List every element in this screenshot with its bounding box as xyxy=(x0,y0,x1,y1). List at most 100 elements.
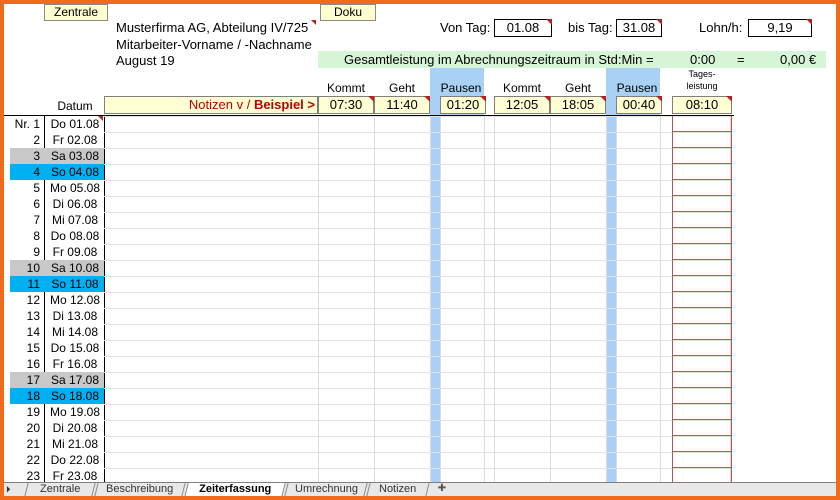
pausen-1-cell[interactable] xyxy=(440,388,484,404)
notes-cell[interactable] xyxy=(104,308,318,324)
hourly-rate-field[interactable]: 9,19 xyxy=(748,19,812,37)
kommt-1-cell[interactable] xyxy=(318,452,374,468)
geht-1-cell[interactable] xyxy=(374,260,430,276)
notes-cell[interactable] xyxy=(104,388,318,404)
pausen-1-cell[interactable] xyxy=(440,244,484,260)
pausen-1-cell[interactable] xyxy=(440,276,484,292)
tagesleistung-cell[interactable] xyxy=(672,404,732,420)
tagesleistung-cell[interactable] xyxy=(672,212,732,228)
notes-cell[interactable] xyxy=(104,180,318,196)
pausen-2-cell[interactable] xyxy=(616,180,660,196)
notes-cell[interactable] xyxy=(104,260,318,276)
pausen-1-cell[interactable] xyxy=(440,164,484,180)
pausen-2-cell[interactable] xyxy=(616,212,660,228)
notes-cell[interactable] xyxy=(104,452,318,468)
notes-cell[interactable] xyxy=(104,340,318,356)
kommt-1-cell[interactable] xyxy=(318,228,374,244)
geht-1-cell[interactable] xyxy=(374,340,430,356)
tagesleistung-cell[interactable] xyxy=(672,260,732,276)
geht-2-cell[interactable] xyxy=(550,452,606,468)
kommt-1-cell[interactable] xyxy=(318,308,374,324)
tagesleistung-cell[interactable] xyxy=(672,116,732,132)
kommt-1-cell[interactable] xyxy=(318,276,374,292)
tagesleistung-cell[interactable] xyxy=(672,388,732,404)
pausen-1-cell[interactable] xyxy=(440,212,484,228)
geht-2-cell[interactable] xyxy=(550,244,606,260)
notes-cell[interactable] xyxy=(104,420,318,436)
kommt-1-cell[interactable] xyxy=(318,116,374,132)
kommt-2-cell[interactable] xyxy=(494,196,550,212)
pausen-1-cell[interactable] xyxy=(440,340,484,356)
geht-2-cell[interactable] xyxy=(550,420,606,436)
notes-cell[interactable] xyxy=(104,228,318,244)
kommt-2-cell[interactable] xyxy=(494,324,550,340)
geht-1-cell[interactable] xyxy=(374,404,430,420)
kommt-2-cell[interactable] xyxy=(494,244,550,260)
tagesleistung-cell[interactable] xyxy=(672,372,732,388)
geht-1-cell[interactable] xyxy=(374,180,430,196)
geht-2-cell[interactable] xyxy=(550,196,606,212)
kommt-2-cell[interactable] xyxy=(494,228,550,244)
tagesleistung-cell[interactable] xyxy=(672,196,732,212)
geht-1-cell[interactable] xyxy=(374,436,430,452)
kommt-2-cell[interactable] xyxy=(494,372,550,388)
kommt-2-cell[interactable] xyxy=(494,452,550,468)
pausen-1-cell[interactable] xyxy=(440,356,484,372)
sheet-tab[interactable]: Zentrale xyxy=(24,483,96,496)
geht-1-cell[interactable] xyxy=(374,164,430,180)
geht-2-cell[interactable] xyxy=(550,388,606,404)
kommt-1-cell[interactable] xyxy=(318,260,374,276)
geht-2-cell[interactable] xyxy=(550,340,606,356)
tagesleistung-cell[interactable] xyxy=(672,180,732,196)
geht-1-cell[interactable] xyxy=(374,116,430,132)
geht-2-cell[interactable] xyxy=(550,404,606,420)
pausen-1-cell[interactable] xyxy=(440,292,484,308)
tab-scroll-first-icon[interactable]: ⏵ xyxy=(6,484,16,495)
kommt-2-cell[interactable] xyxy=(494,436,550,452)
kommt-2-cell[interactable] xyxy=(494,308,550,324)
kommt-1-cell[interactable] xyxy=(318,164,374,180)
notes-cell[interactable] xyxy=(104,324,318,340)
example-geht-1[interactable]: 11:40 xyxy=(374,96,430,114)
kommt-1-cell[interactable] xyxy=(318,244,374,260)
kommt-1-cell[interactable] xyxy=(318,388,374,404)
tagesleistung-cell[interactable] xyxy=(672,324,732,340)
kommt-2-cell[interactable] xyxy=(494,356,550,372)
pausen-1-cell[interactable] xyxy=(440,372,484,388)
to-day-field[interactable]: 31.08 xyxy=(616,19,662,37)
kommt-1-cell[interactable] xyxy=(318,372,374,388)
tagesleistung-cell[interactable] xyxy=(672,164,732,180)
geht-2-cell[interactable] xyxy=(550,292,606,308)
geht-2-cell[interactable] xyxy=(550,116,606,132)
geht-1-cell[interactable] xyxy=(374,148,430,164)
kommt-2-cell[interactable] xyxy=(494,404,550,420)
kommt-1-cell[interactable] xyxy=(318,212,374,228)
geht-2-cell[interactable] xyxy=(550,372,606,388)
pausen-1-cell[interactable] xyxy=(440,452,484,468)
geht-1-cell[interactable] xyxy=(374,372,430,388)
tagesleistung-cell[interactable] xyxy=(672,244,732,260)
notes-cell[interactable] xyxy=(104,356,318,372)
geht-1-cell[interactable] xyxy=(374,308,430,324)
notes-cell[interactable] xyxy=(104,132,318,148)
pausen-1-cell[interactable] xyxy=(440,196,484,212)
pausen-2-cell[interactable] xyxy=(616,372,660,388)
pausen-2-cell[interactable] xyxy=(616,116,660,132)
pausen-1-cell[interactable] xyxy=(440,308,484,324)
kommt-1-cell[interactable] xyxy=(318,356,374,372)
geht-1-cell[interactable] xyxy=(374,228,430,244)
geht-1-cell[interactable] xyxy=(374,196,430,212)
kommt-2-cell[interactable] xyxy=(494,164,550,180)
tagesleistung-cell[interactable] xyxy=(672,340,732,356)
pausen-2-cell[interactable] xyxy=(616,356,660,372)
geht-1-cell[interactable] xyxy=(374,244,430,260)
geht-1-cell[interactable] xyxy=(374,388,430,404)
kommt-2-cell[interactable] xyxy=(494,116,550,132)
kommt-1-cell[interactable] xyxy=(318,180,374,196)
notes-cell[interactable] xyxy=(104,372,318,388)
kommt-1-cell[interactable] xyxy=(318,404,374,420)
kommt-2-cell[interactable] xyxy=(494,340,550,356)
geht-2-cell[interactable] xyxy=(550,308,606,324)
geht-2-cell[interactable] xyxy=(550,276,606,292)
tagesleistung-cell[interactable] xyxy=(672,292,732,308)
